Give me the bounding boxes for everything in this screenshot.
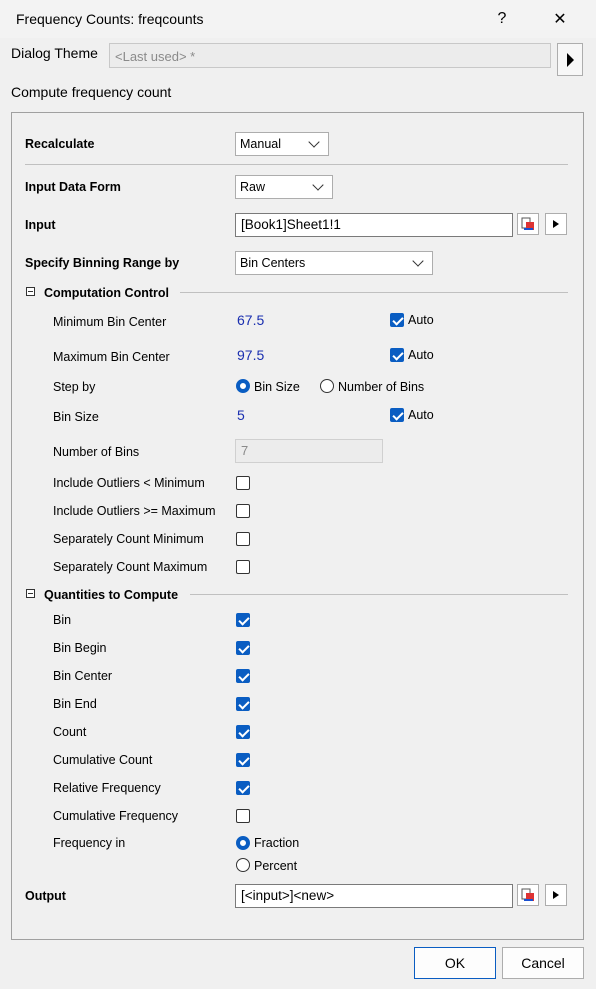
dialog-theme-label: Dialog Theme: [11, 45, 98, 61]
include-outliers-min-checkbox[interactable]: [236, 476, 250, 490]
quantity-count-checkbox[interactable]: [236, 725, 250, 739]
output-menu-button[interactable]: [545, 884, 567, 906]
close-icon: ✕: [553, 11, 567, 28]
group-divider: [190, 594, 568, 595]
output-range-select-button[interactable]: [517, 884, 539, 906]
count-max-label: Separately Count Maximum: [53, 560, 208, 574]
output-label: Output: [25, 889, 66, 903]
input-menu-button[interactable]: [545, 213, 567, 235]
quantity-bin-center-checkbox[interactable]: [236, 669, 250, 683]
quantity-label: Relative Frequency: [53, 781, 161, 795]
input-range-field[interactable]: [Book1]Sheet1!1: [235, 213, 513, 237]
step-by-bin-size-radio[interactable]: [236, 379, 250, 393]
triangle-right-icon: [553, 891, 559, 899]
input-data-form-value: Raw: [240, 180, 266, 194]
recalculate-select[interactable]: Manual: [235, 132, 329, 156]
quantity-bin-checkbox[interactable]: [236, 613, 250, 627]
step-by-number-of-bins-radio[interactable]: [320, 379, 334, 393]
worksheet-select-icon: [521, 888, 534, 901]
quantity-relative-frequency-checkbox[interactable]: [236, 781, 250, 795]
binning-range-select[interactable]: Bin Centers: [235, 251, 433, 275]
chevron-down-icon: [312, 179, 324, 191]
quantities-title: Quantities to Compute: [44, 588, 179, 602]
dialog-description: Compute frequency count: [11, 84, 172, 100]
include-outliers-max-checkbox[interactable]: [236, 504, 250, 518]
max-bin-center-label: Maximum Bin Center: [53, 350, 170, 364]
number-of-bins-field: 7: [235, 439, 383, 463]
input-data-form-label: Input Data Form: [25, 180, 121, 194]
chevron-down-icon: [412, 255, 424, 267]
include-outliers-max-label: Include Outliers >= Maximum: [53, 504, 216, 518]
quantity-label: Bin Center: [53, 669, 113, 683]
frequency-fraction-radio[interactable]: [236, 836, 250, 850]
auto-label: Auto: [408, 348, 434, 362]
quantity-label: Cumulative Frequency: [53, 809, 179, 823]
quantity-label: Bin: [53, 613, 72, 627]
count-min-label: Separately Count Minimum: [53, 532, 204, 546]
auto-label: Auto: [408, 313, 434, 327]
bin-size-option-label: Bin Size: [254, 380, 300, 394]
bin-size-value[interactable]: 5: [237, 407, 245, 423]
output-range-field[interactable]: [<input>]<new>: [235, 884, 513, 908]
count-max-checkbox[interactable]: [236, 560, 250, 574]
ok-button[interactable]: OK: [414, 947, 496, 979]
quantity-label: Bin Begin: [53, 641, 107, 655]
title-bar: Frequency Counts: freqcounts ? ✕: [0, 0, 596, 38]
count-min-checkbox[interactable]: [236, 532, 250, 546]
triangle-right-icon: [567, 52, 574, 67]
help-button[interactable]: ?: [474, 0, 530, 38]
computation-control-title: Computation Control: [44, 286, 169, 300]
frequency-in-label: Frequency in: [53, 836, 126, 850]
min-bin-center-label: Minimum Bin Center: [53, 315, 167, 329]
cancel-button[interactable]: Cancel: [502, 947, 584, 979]
frequency-percent-radio[interactable]: [236, 858, 250, 872]
binning-range-value: Bin Centers: [240, 256, 306, 270]
input-label: Input: [25, 218, 56, 232]
recalculate-value: Manual: [240, 137, 281, 151]
quantity-cumulative-frequency-checkbox[interactable]: [236, 809, 250, 823]
binning-range-label: Specify Binning Range by: [25, 256, 180, 270]
dialog-theme-field[interactable]: <Last used> *: [109, 43, 551, 68]
divider: [25, 164, 568, 165]
min-bin-center-value[interactable]: 67.5: [237, 312, 264, 328]
min-bin-center-auto-checkbox[interactable]: [390, 313, 404, 327]
theme-menu-button[interactable]: [557, 43, 583, 76]
collapse-computation-icon[interactable]: [26, 287, 35, 296]
quantity-label: Count: [53, 725, 87, 739]
collapse-quantities-icon[interactable]: [26, 589, 35, 598]
step-by-label: Step by: [53, 380, 96, 394]
quantity-label: Cumulative Count: [53, 753, 153, 767]
triangle-right-icon: [553, 220, 559, 228]
quantity-label: Bin End: [53, 697, 97, 711]
group-divider: [180, 292, 568, 293]
window-title: Frequency Counts: freqcounts: [16, 11, 204, 27]
bin-size-auto-checkbox[interactable]: [390, 408, 404, 422]
number-of-bins-option-label: Number of Bins: [338, 380, 425, 394]
quantity-bin-begin-checkbox[interactable]: [236, 641, 250, 655]
quantity-bin-end-checkbox[interactable]: [236, 697, 250, 711]
bin-size-label: Bin Size: [53, 410, 99, 424]
chevron-down-icon: [308, 136, 320, 148]
input-range-select-button[interactable]: [517, 213, 539, 235]
close-button[interactable]: ✕: [532, 0, 588, 38]
fraction-option-label: Fraction: [254, 836, 300, 850]
max-bin-center-value[interactable]: 97.5: [237, 347, 264, 363]
recalculate-label: Recalculate: [25, 137, 95, 151]
percent-option-label: Percent: [254, 859, 298, 873]
input-data-form-select[interactable]: Raw: [235, 175, 333, 199]
quantity-cumulative-count-checkbox[interactable]: [236, 753, 250, 767]
include-outliers-min-label: Include Outliers < Minimum: [53, 476, 205, 490]
number-of-bins-label: Number of Bins: [53, 445, 140, 459]
max-bin-center-auto-checkbox[interactable]: [390, 348, 404, 362]
auto-label: Auto: [408, 408, 434, 422]
worksheet-select-icon: [521, 217, 534, 230]
